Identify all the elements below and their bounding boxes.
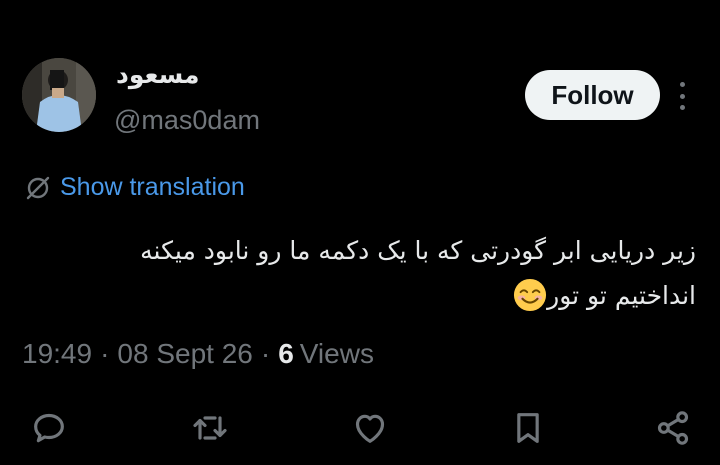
follow-button[interactable]: Follow xyxy=(525,70,660,120)
bookmark-icon xyxy=(517,413,539,443)
avatar-image xyxy=(22,58,96,132)
bookmark-button[interactable] xyxy=(505,405,551,451)
show-translation-label: Show translation xyxy=(60,173,245,201)
tweet-meta: 19:49 · 08 Sept 26 · 6 Views xyxy=(22,338,374,370)
tweet-date[interactable]: 08 Sept 26 xyxy=(117,338,252,370)
views-label[interactable]: Views xyxy=(300,338,374,370)
tweet-text: زیر دریایی ابر گودرتی که با یک دکمه ما ر… xyxy=(20,228,696,318)
repost-button[interactable] xyxy=(187,405,233,451)
tweet-text-line-2-text: انداختیم تو تور xyxy=(547,281,696,310)
tweet-text-line-2: انداختیم تو تور xyxy=(20,273,696,318)
reply-icon xyxy=(34,413,64,443)
show-translation-link[interactable]: Show translation xyxy=(24,173,245,202)
avatar[interactable] xyxy=(22,58,96,132)
share-icon xyxy=(657,411,689,445)
repost-icon xyxy=(193,416,227,440)
share-button[interactable] xyxy=(650,405,696,451)
meta-separator: · xyxy=(260,338,271,369)
author-display-name[interactable]: مسعود xyxy=(116,60,200,89)
more-options-icon[interactable] xyxy=(674,82,690,110)
meta-separator: · xyxy=(100,338,110,369)
views-count[interactable]: 6 xyxy=(278,338,294,370)
like-icon xyxy=(355,414,385,443)
no-translate-icon xyxy=(26,176,50,199)
smiling-face-emoji xyxy=(514,278,547,312)
action-bar xyxy=(0,405,720,455)
tweet-text-line-1: زیر دریایی ابر گودرتی که با یک دکمه ما ر… xyxy=(140,236,696,265)
reply-button[interactable] xyxy=(26,405,72,451)
like-button[interactable] xyxy=(347,405,393,451)
tweet-time[interactable]: 19:49 xyxy=(22,338,92,370)
author-handle[interactable]: @mas0dam xyxy=(114,105,260,136)
